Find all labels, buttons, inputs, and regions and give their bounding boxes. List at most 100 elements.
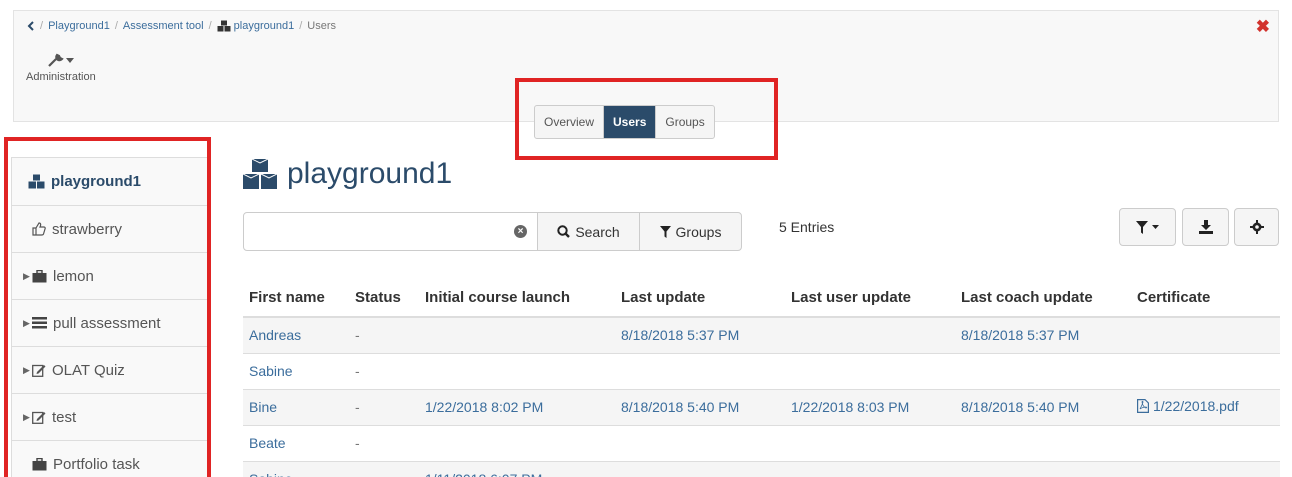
caret-down-icon (65, 57, 74, 63)
entries-count: 5 Entries (779, 219, 835, 235)
sidebar-item-root[interactable]: playground1 (12, 158, 208, 206)
cell-last-user-update (785, 317, 955, 354)
search-input[interactable]: × (243, 212, 538, 251)
download-icon (1198, 220, 1213, 234)
sidebar-item-label: pull assessment (53, 314, 161, 332)
column-header-status[interactable]: Status (349, 279, 419, 318)
certificate-label: 1/22/2018.pdf (1153, 398, 1239, 414)
cell-initial-launch (419, 317, 615, 354)
expand-caret-icon[interactable]: ▶ (12, 365, 32, 376)
sidebar-item-label: playground1 (51, 173, 142, 190)
column-header-certificate[interactable]: Certificate (1131, 279, 1280, 318)
wrench-icon (48, 53, 64, 67)
breadcrumb-item-playground1[interactable]: Playground1 (48, 20, 110, 32)
tab-groups[interactable]: Groups (656, 106, 713, 138)
back-chevron-icon[interactable] (27, 21, 35, 31)
edit-icon (32, 411, 46, 424)
cell-status: - (349, 389, 419, 426)
cell-first-name[interactable]: Sabine (243, 461, 349, 477)
column-header-last-coach-update[interactable]: Last coach update (955, 279, 1131, 318)
cell-initial-launch (419, 353, 615, 390)
view-segment-control: Overview Users Groups (534, 105, 715, 139)
cell-first-name[interactable]: Andreas (243, 317, 349, 354)
groups-button-label: Groups (675, 223, 722, 240)
tab-overview[interactable]: Overview (535, 106, 605, 138)
expand-caret-icon[interactable]: ▶ (12, 318, 32, 329)
table-header-row: First name Status Initial course launch … (243, 279, 1280, 318)
breadcrumb-item-assessment-tool[interactable]: Assessment tool (123, 20, 204, 32)
cubes-icon (243, 159, 277, 189)
page-title-text: playground1 (287, 157, 453, 190)
cell-certificate (1131, 425, 1280, 462)
column-header-initial-course-launch[interactable]: Initial course launch (419, 279, 615, 318)
download-button[interactable] (1182, 208, 1229, 246)
breadcrumb-item-users: Users (307, 20, 337, 32)
cell-initial-launch: 1/11/2018 6:07 PM (419, 461, 615, 477)
cell-initial-launch: 1/22/2018 8:02 PM (419, 389, 615, 426)
filter-icon (1136, 220, 1148, 234)
sidebar-item-pull-assessment[interactable]: ▶ pull assessment (12, 300, 208, 347)
sidebar-item-label: OLAT Quiz (52, 361, 125, 379)
caret-down-icon (1152, 225, 1159, 229)
administration-label: Administration (26, 71, 96, 83)
briefcase-icon (32, 457, 47, 470)
column-header-last-update[interactable]: Last update (615, 279, 785, 318)
search-icon (557, 225, 571, 238)
cell-last-coach-update: 8/18/2018 5:40 PM (955, 389, 1131, 426)
certificate-link[interactable]: 1/22/2018.pdf (1137, 398, 1239, 414)
search-button[interactable]: Search (537, 212, 640, 251)
cell-last-update (615, 425, 785, 462)
table-row: Sabine - (243, 353, 1280, 390)
cell-first-name[interactable]: Sabine (243, 353, 349, 390)
cell-certificate (1131, 461, 1280, 477)
cell-last-update: 8/18/2018 5:37 PM (615, 317, 785, 354)
groups-filter-button[interactable]: Groups (639, 212, 742, 251)
tab-users[interactable]: Users (604, 106, 657, 138)
cell-certificate (1131, 317, 1280, 354)
sidebar-item-portfolio-task[interactable]: Portfolio task (12, 441, 208, 477)
filter-dropdown-button[interactable] (1119, 208, 1176, 246)
breadcrumb: / Playground1 / Assessment tool / playgr… (27, 20, 336, 32)
course-sidebar: playground1 strawberry ▶ lemon ▶ pull as… (11, 157, 209, 477)
expand-caret-icon[interactable]: ▶ (12, 271, 32, 282)
cell-last-coach-update (955, 461, 1131, 477)
cubes-icon (28, 174, 45, 189)
column-header-first-name[interactable]: First name (243, 279, 349, 318)
sidebar-item-test[interactable]: ▶ test (12, 394, 208, 441)
sidebar-item-olat-quiz[interactable]: ▶ OLAT Quiz (12, 347, 208, 394)
administration-menu[interactable]: Administration (26, 53, 96, 83)
table-row: Beate - (243, 425, 1280, 462)
cell-first-name[interactable]: Beate (243, 425, 349, 462)
list-icon (32, 317, 47, 329)
cell-last-update: 8/18/2018 5:40 PM (615, 389, 785, 426)
sidebar-item-lemon[interactable]: ▶ lemon (12, 253, 208, 300)
cell-initial-launch (419, 425, 615, 462)
thumbs-up-icon (32, 222, 46, 236)
cubes-icon (217, 20, 231, 32)
table-row: Sabine - 1/11/2018 6:07 PM (243, 461, 1280, 477)
clear-search-icon[interactable]: × (514, 225, 527, 238)
edit-icon (32, 364, 46, 377)
cell-last-user-update: 1/22/2018 8:03 PM (785, 389, 955, 426)
column-header-last-user-update[interactable]: Last user update (785, 279, 955, 318)
sidebar-item-label: lemon (53, 267, 94, 285)
cell-last-user-update (785, 461, 955, 477)
search-button-label: Search (575, 223, 620, 240)
cell-last-user-update (785, 425, 955, 462)
expand-caret-icon[interactable]: ▶ (12, 412, 32, 423)
breadcrumb-item-course[interactable]: playground1 (234, 20, 295, 32)
cell-status: - (349, 353, 419, 390)
table-row: Bine - 1/22/2018 8:02 PM 8/18/2018 5:40 … (243, 389, 1280, 426)
cell-certificate[interactable]: 1/22/2018.pdf (1131, 389, 1280, 426)
settings-button[interactable] (1234, 208, 1279, 246)
sidebar-item-label: Portfolio task (53, 455, 140, 473)
cell-status: - (349, 425, 419, 462)
pdf-file-icon (1137, 399, 1149, 413)
cell-last-user-update (785, 353, 955, 390)
cell-first-name[interactable]: Bine (243, 389, 349, 426)
sidebar-item-label: test (52, 408, 77, 426)
cell-last-update (615, 353, 785, 390)
sidebar-item-strawberry[interactable]: strawberry (12, 206, 208, 253)
cell-last-coach-update (955, 353, 1131, 390)
close-icon[interactable]: ✖ (1256, 17, 1270, 37)
